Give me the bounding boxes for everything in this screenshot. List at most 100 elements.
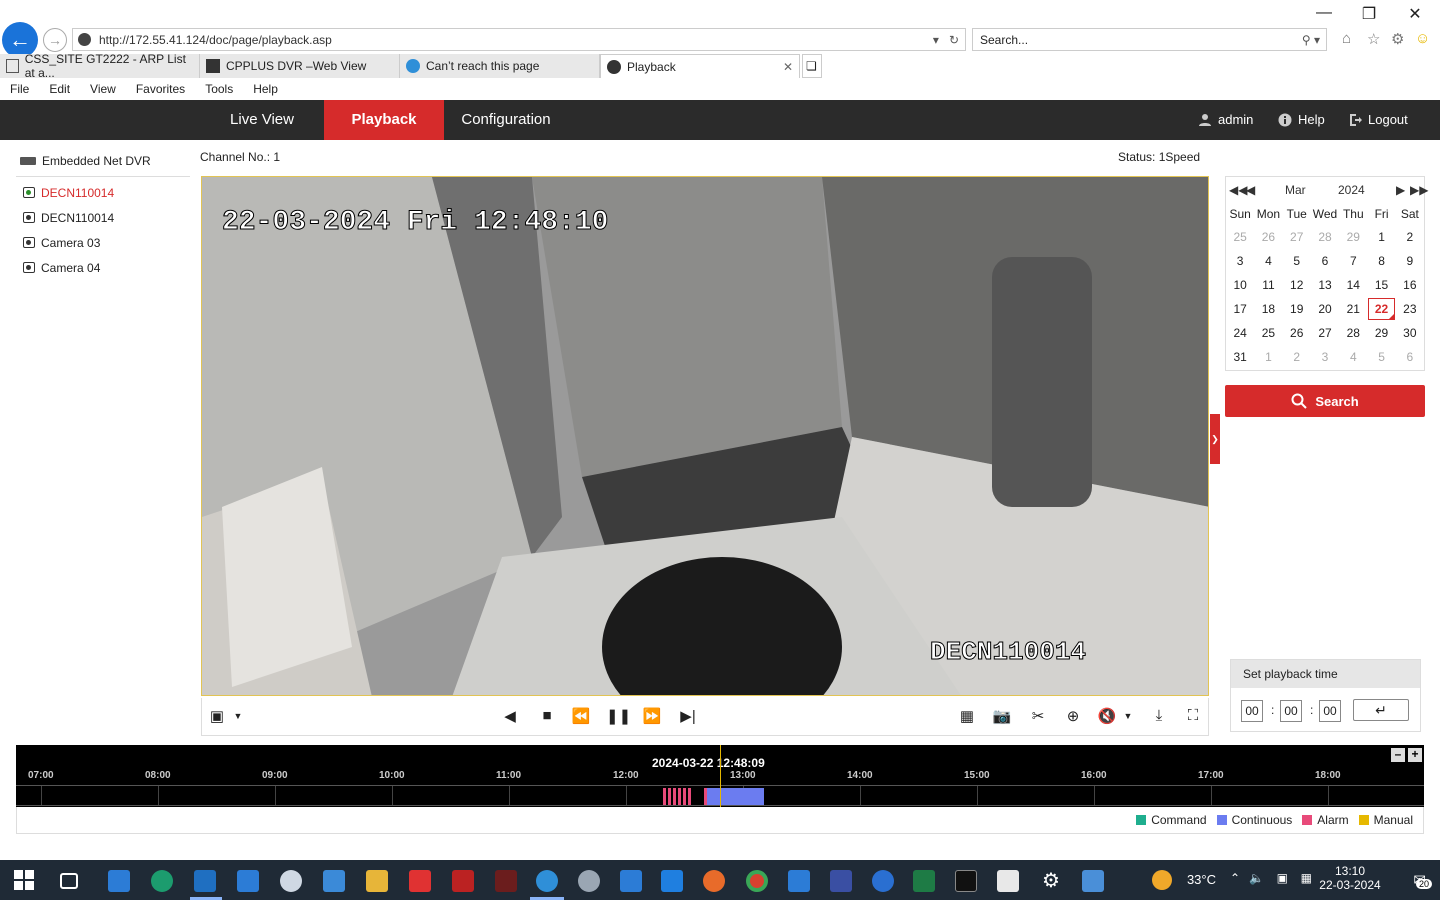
calendar-day[interactable]: 13: [1311, 273, 1339, 297]
nav-configuration[interactable]: Configuration: [444, 100, 568, 140]
next-year-icon[interactable]: ▶▶: [1410, 183, 1428, 197]
menu-file[interactable]: File: [0, 79, 39, 99]
calendar-day[interactable]: 15: [1367, 273, 1395, 297]
calendar-day[interactable]: 25: [1254, 321, 1282, 345]
settings-gear-icon[interactable]: ⚙: [1391, 30, 1404, 48]
terminal-icon[interactable]: [955, 870, 977, 892]
calendar-month[interactable]: Mar: [1285, 183, 1306, 197]
close-tab-icon[interactable]: ✕: [783, 60, 793, 74]
single-frame-icon[interactable]: ▶|: [678, 707, 698, 725]
user-menu[interactable]: admin: [1198, 100, 1253, 140]
taskbar-app-icon[interactable]: [578, 870, 600, 892]
menu-view[interactable]: View: [80, 79, 126, 99]
tab-cant-reach[interactable]: Can’t reach this page: [400, 54, 600, 78]
audio-dropdown-icon[interactable]: ▼: [1118, 711, 1138, 721]
calendar-day[interactable]: 6: [1311, 249, 1339, 273]
pause-icon[interactable]: ❚❚: [606, 707, 631, 725]
address-dropdown-icon[interactable]: ▾: [933, 33, 939, 47]
new-tab-button[interactable]: ❏: [802, 54, 822, 78]
calendar-day[interactable]: 8: [1367, 249, 1395, 273]
calendar-day[interactable]: 12: [1283, 273, 1311, 297]
nav-live-view[interactable]: Live View: [200, 100, 324, 140]
stop-icon[interactable]: ■: [537, 707, 557, 724]
taskbar-app-icon[interactable]: [495, 870, 517, 892]
firefox-icon[interactable]: [703, 870, 725, 892]
hour-input[interactable]: 00: [1241, 700, 1263, 722]
calendar-day[interactable]: 29: [1367, 321, 1395, 345]
camera-item-4[interactable]: Camera 04: [16, 255, 190, 280]
file-explorer-icon[interactable]: [366, 870, 388, 892]
taskbar-app-icon[interactable]: [620, 870, 642, 892]
help-link[interactable]: Help: [1278, 100, 1325, 140]
audio-mute-icon[interactable]: 🔇: [1097, 707, 1117, 725]
outlook-icon[interactable]: [194, 870, 216, 892]
tab-cpplus-dvr[interactable]: CPPLUS DVR –Web View: [200, 54, 400, 78]
calendar-day[interactable]: 2: [1283, 345, 1311, 369]
tray-chevron-icon[interactable]: ⌃: [1230, 871, 1240, 885]
clock[interactable]: 13:10 22-03-2024: [1318, 864, 1382, 892]
calendar-day[interactable]: 27: [1311, 321, 1339, 345]
calendar-day[interactable]: 27: [1283, 225, 1311, 249]
home-icon[interactable]: ⌂: [1342, 30, 1351, 47]
stop-all-icon[interactable]: ▦: [957, 707, 977, 725]
taskbar-app-icon[interactable]: [280, 870, 302, 892]
taskbar-app-icon[interactable]: [1082, 870, 1104, 892]
capture-camera-icon[interactable]: 📷: [992, 707, 1012, 725]
menu-edit[interactable]: Edit: [39, 79, 80, 99]
calendar-day[interactable]: 1: [1254, 345, 1282, 369]
minute-input[interactable]: 00: [1280, 700, 1302, 722]
calendar-day[interactable]: 31: [1226, 345, 1254, 369]
zoom-out-button[interactable]: –: [1391, 748, 1405, 762]
logout-link[interactable]: Logout: [1348, 100, 1408, 140]
browser-search-input[interactable]: Search... ⚲ ▾: [972, 28, 1327, 51]
calendar-day[interactable]: 20: [1311, 297, 1339, 321]
calendar-day[interactable]: 3: [1226, 249, 1254, 273]
internet-explorer-icon[interactable]: [536, 870, 558, 892]
smiley-feedback-icon[interactable]: ☺: [1415, 30, 1430, 47]
calendar-day[interactable]: 9: [1396, 249, 1424, 273]
taskbar-app-icon[interactable]: [830, 870, 852, 892]
minimize-button[interactable]: —: [1314, 4, 1334, 22]
start-windows-icon[interactable]: [14, 870, 36, 892]
taskbar-app-icon[interactable]: [661, 870, 683, 892]
taskbar-app-icon[interactable]: [452, 870, 474, 892]
calendar-day[interactable]: 21: [1339, 297, 1367, 321]
calendar-day[interactable]: 2: [1396, 225, 1424, 249]
calendar-day[interactable]: 18: [1254, 297, 1282, 321]
calendar-day[interactable]: 5: [1283, 249, 1311, 273]
calendar-day[interactable]: 28: [1339, 321, 1367, 345]
calendar-day[interactable]: 23: [1396, 297, 1424, 321]
calendar-day[interactable]: 4: [1339, 345, 1367, 369]
edge-browser-icon[interactable]: [151, 870, 173, 892]
address-bar[interactable]: http://172.55.41.124/doc/page/playback.a…: [72, 28, 966, 51]
calendar-day[interactable]: 6: [1396, 345, 1424, 369]
window-layout-icon[interactable]: ▣: [207, 707, 227, 725]
menu-tools[interactable]: Tools: [195, 79, 243, 99]
calendar-day[interactable]: 16: [1396, 273, 1424, 297]
calendar-day[interactable]: 1: [1367, 225, 1395, 249]
tab-playback[interactable]: Playback ✕: [600, 54, 800, 78]
calendar-day[interactable]: 17: [1226, 297, 1254, 321]
timeline[interactable]: 07:00 08:00 09:00 10:00 11:00 12:00 13:00 14:00…: [16, 745, 1424, 807]
taskbar-app-icon[interactable]: [237, 870, 259, 892]
tray-app-icon[interactable]: ▦: [1301, 871, 1312, 885]
tab-arp-list[interactable]: CSS_SITE GT2222 - ARP List at a...: [0, 52, 200, 80]
calendar-year[interactable]: 2024: [1338, 183, 1365, 197]
calendar-day[interactable]: 26: [1283, 321, 1311, 345]
video-viewport[interactable]: 22-03-2024 Fri 12:48:10 DECN110014: [201, 176, 1209, 696]
camera-item-3[interactable]: Camera 03: [16, 230, 190, 255]
restore-button[interactable]: ❐: [1359, 4, 1379, 24]
clip-scissors-icon[interactable]: ✂: [1028, 707, 1048, 725]
calendar-day-selected[interactable]: 22: [1368, 298, 1395, 320]
calendar-day[interactable]: 29: [1339, 225, 1367, 249]
calendar-day[interactable]: 3: [1311, 345, 1339, 369]
timeline-cursor[interactable]: [720, 745, 721, 807]
calendar-day[interactable]: 4: [1254, 249, 1282, 273]
slow-down-icon[interactable]: ⏪: [571, 707, 591, 725]
chrome-icon[interactable]: [746, 870, 768, 892]
calendar-day[interactable]: 24: [1226, 321, 1254, 345]
settings-icon[interactable]: ⚙: [1040, 870, 1062, 892]
download-icon[interactable]: ⤓: [1149, 707, 1169, 724]
calendar-day[interactable]: 11: [1254, 273, 1282, 297]
menu-favorites[interactable]: Favorites: [126, 79, 195, 99]
